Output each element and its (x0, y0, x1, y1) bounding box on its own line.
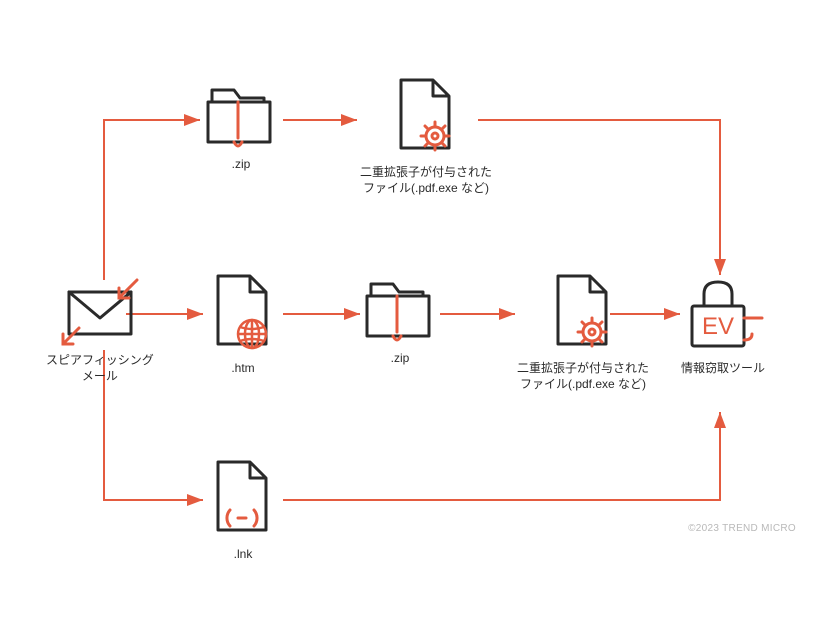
node-spearphishing-mail: スピアフィッシング メール (46, 278, 154, 384)
node-zip-top: .zip (204, 84, 278, 172)
label-stealer: 情報窃取ツール (681, 360, 765, 376)
node-zip-mid: .zip (363, 278, 437, 366)
node-info-stealer: EV 情報窃取ツール (680, 276, 766, 376)
file-shortcut-icon (208, 458, 278, 540)
label-mail: スピアフィッシング メール (46, 352, 154, 384)
file-gear-icon (391, 76, 461, 158)
lock-ev-icon: EV (680, 276, 766, 354)
copyright-text: ©2023 TREND MICRO (688, 523, 796, 534)
folder-zip-icon (204, 84, 278, 150)
ev-text: EV (702, 313, 734, 340)
folder-zip-icon (363, 278, 437, 344)
node-double-ext-mid: 二重拡張子が付与された ファイル(.pdf.exe など) (517, 272, 649, 392)
file-globe-icon (208, 272, 278, 354)
node-double-ext-top: 二重拡張子が付与された ファイル(.pdf.exe など) (360, 76, 492, 196)
label-dblext-mid: 二重拡張子が付与された ファイル(.pdf.exe など) (517, 360, 649, 392)
node-lnk: .lnk (208, 458, 278, 562)
file-gear-icon (548, 272, 618, 354)
label-zip-mid: .zip (391, 350, 410, 366)
node-htm: .htm (208, 272, 278, 376)
envelope-icon (61, 278, 139, 346)
label-lnk: .lnk (234, 546, 253, 562)
label-htm: .htm (231, 360, 254, 376)
label-dblext-top: 二重拡張子が付与された ファイル(.pdf.exe など) (360, 164, 492, 196)
label-zip-top: .zip (232, 156, 251, 172)
